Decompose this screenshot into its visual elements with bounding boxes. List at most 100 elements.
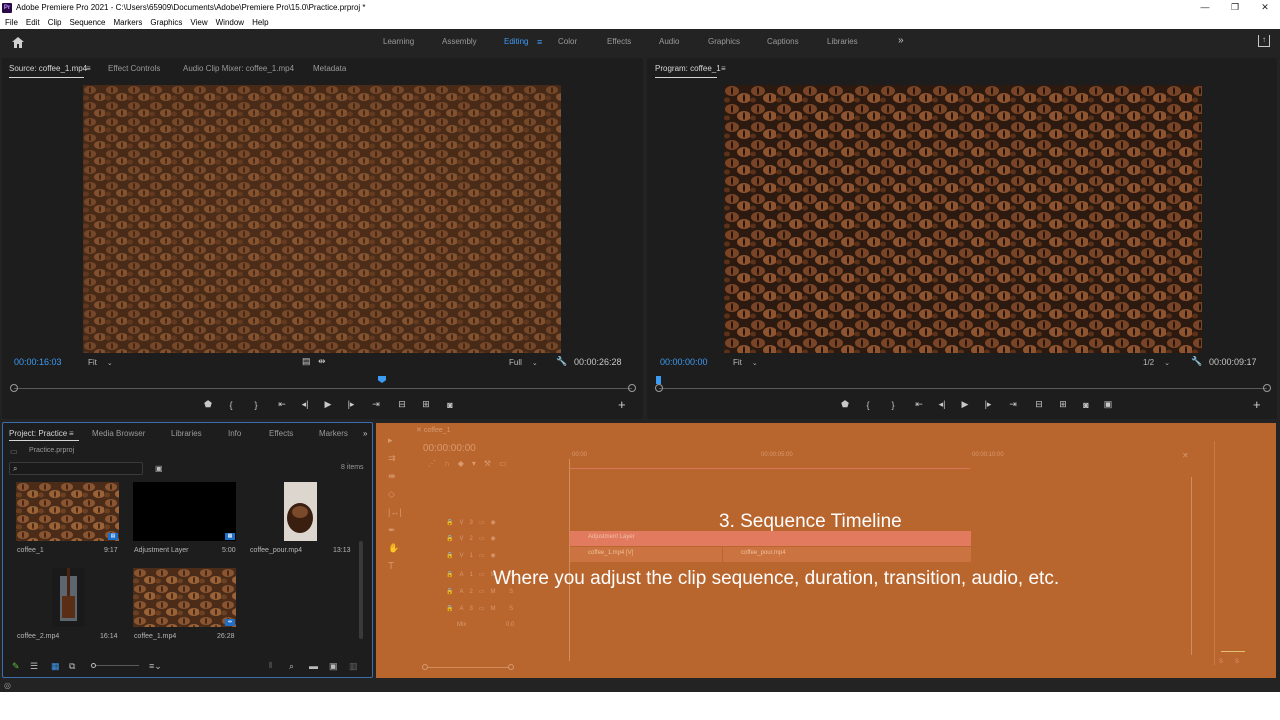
overwrite-icon[interactable]: ⊞ <box>414 399 438 410</box>
timeline-settings-icon[interactable]: ✕ <box>1182 451 1189 460</box>
comparison-view-icon[interactable]: ▣ <box>1097 399 1119 410</box>
find-icon[interactable]: ⌕ <box>289 661 294 672</box>
project-item-coffee-1[interactable]: ▤ <box>16 482 119 541</box>
project-search-input[interactable]: ⌕ <box>9 462 143 475</box>
status-icon[interactable]: ◎ <box>4 681 11 690</box>
workspace-tab-captions[interactable]: Captions <box>767 37 799 46</box>
track-select-tool-icon[interactable]: ⇉ <box>388 453 396 464</box>
list-view-icon[interactable]: ☰ <box>30 661 38 672</box>
source-fit-dropdown[interactable]: Fit ⌄ <box>88 358 113 367</box>
zoom-slider[interactable] <box>91 663 139 668</box>
project-menu-icon[interactable]: ≡ <box>69 429 74 438</box>
workspace-menu-icon[interactable]: ≡ <box>537 37 542 47</box>
track-header-v1[interactable]: 🔒V1▭◉ <box>446 552 502 559</box>
menu-help[interactable]: Help <box>252 18 268 27</box>
workspace-tab-audio[interactable]: Audio <box>659 37 679 46</box>
selection-tool-icon[interactable]: ▸ <box>388 435 393 446</box>
source-add-button-icon[interactable]: + <box>618 397 626 412</box>
extract-icon[interactable]: ⊞ <box>1051 399 1075 410</box>
ripple-edit-tool-icon[interactable]: ⇼ <box>388 471 396 482</box>
workspace-more-button[interactable]: » <box>898 35 904 46</box>
home-icon[interactable] <box>11 36 25 49</box>
share-icon[interactable]: ↑ <box>1258 35 1270 47</box>
razor-tool-icon[interactable]: ◇ <box>388 489 395 500</box>
menu-edit[interactable]: Edit <box>26 18 40 27</box>
workspace-tab-color[interactable]: Color <box>558 37 577 46</box>
mark-in-icon[interactable]: { <box>220 400 242 410</box>
tab-audio-clip-mixer[interactable]: Audio Clip Mixer: coffee_1.mp4 <box>183 64 294 73</box>
go-to-out-icon[interactable]: ⇥ <box>999 399 1027 410</box>
track-header-mix[interactable]: Mix <box>457 622 466 628</box>
menu-graphics[interactable]: Graphics <box>150 18 182 27</box>
timeline-vertical-scroll[interactable] <box>1189 473 1195 659</box>
workspace-tab-learning[interactable]: Learning <box>383 37 414 46</box>
wrench-icon[interactable]: 🔧 <box>1191 356 1202 367</box>
new-item-icon[interactable]: ▣ <box>329 661 338 672</box>
tab-program[interactable]: Program: coffee_1 <box>655 64 721 73</box>
step-forward-icon[interactable]: |▸ <box>340 399 362 410</box>
source-scrubber[interactable] <box>10 376 636 394</box>
clip-coffee-1-video[interactable]: coffee_1.mp4 [V] <box>570 547 722 562</box>
clip-coffee-pour[interactable]: coffee_pour.mp4 <box>723 547 971 562</box>
source-video-frame[interactable] <box>83 85 561 353</box>
lift-icon[interactable]: ⊟ <box>1027 399 1051 410</box>
source-current-timecode[interactable]: 00:00:16:03 <box>14 357 62 367</box>
project-item-adjustment-layer[interactable]: ▦ <box>133 482 236 541</box>
menu-sequence[interactable]: Sequence <box>69 18 105 27</box>
play-icon[interactable]: ▶ <box>953 399 977 410</box>
freeform-view-icon[interactable]: ⧉ <box>69 661 75 672</box>
tab-media-browser[interactable]: Media Browser <box>92 429 145 438</box>
sort-icon[interactable]: ≡⌄ <box>149 661 162 672</box>
tab-effects[interactable]: Effects <box>269 429 293 438</box>
step-forward-icon[interactable]: |▸ <box>977 399 999 410</box>
program-current-timecode[interactable]: 00:00:00:00 <box>660 357 708 367</box>
slip-tool-icon[interactable]: |↔| <box>388 507 402 517</box>
tab-sequence[interactable]: ✕ coffee_1 <box>416 426 451 434</box>
automate-icon[interactable]: ⫴ <box>269 661 272 671</box>
program-quality-dropdown[interactable]: 1/2 ⌄ <box>1143 358 1170 367</box>
new-bin-icon[interactable]: ▬ <box>309 661 318 671</box>
restore-button[interactable]: ❐ <box>1220 0 1250 15</box>
workspace-tab-effects[interactable]: Effects <box>607 37 631 46</box>
menu-markers[interactable]: Markers <box>114 18 143 27</box>
program-scrubber[interactable] <box>655 376 1271 394</box>
source-playhead[interactable] <box>378 376 386 383</box>
tab-markers[interactable]: Markers <box>319 429 348 438</box>
workspace-tab-assembly[interactable]: Assembly <box>442 37 477 46</box>
menu-clip[interactable]: Clip <box>48 18 62 27</box>
trash-icon[interactable]: ▥ <box>349 661 358 672</box>
project-item-coffee-pour[interactable] <box>284 482 317 541</box>
timeline-tools-row[interactable]: ⋰∩◆▾⚒▭ <box>428 459 515 468</box>
project-scrollbar[interactable] <box>359 541 363 639</box>
pen-tool-icon[interactable]: ✒ <box>388 525 396 536</box>
tab-info[interactable]: Info <box>228 429 241 438</box>
go-to-out-icon[interactable]: ⇥ <box>362 399 390 410</box>
insert-icon[interactable]: ⊟ <box>390 399 414 410</box>
source-quality-dropdown[interactable]: Full ⌄ <box>509 358 538 367</box>
workspace-tab-graphics[interactable]: Graphics <box>708 37 740 46</box>
tab-project[interactable]: Project: Practice <box>9 429 67 438</box>
menu-view[interactable]: View <box>190 18 207 27</box>
play-icon[interactable]: ▶ <box>316 399 340 410</box>
export-frame-icon[interactable]: ◙ <box>1075 400 1097 410</box>
icon-view-icon[interactable]: ▦ <box>51 661 60 672</box>
add-marker-icon[interactable]: ⬟ <box>196 399 220 410</box>
workspace-tab-libraries[interactable]: Libraries <box>827 37 858 46</box>
source-menu-icon[interactable]: ≡ <box>86 64 91 73</box>
export-frame-icon[interactable]: ◙ <box>438 400 462 410</box>
mark-out-icon[interactable]: } <box>242 400 270 410</box>
wrench-icon[interactable]: 🔧 <box>556 356 567 367</box>
track-header-v2[interactable]: 🔒V2▭◉ <box>446 535 502 542</box>
tab-metadata[interactable]: Metadata <box>313 64 346 73</box>
type-tool-icon[interactable]: T <box>388 561 394 572</box>
workspace-tab-editing[interactable]: Editing <box>504 37 528 46</box>
tab-libraries[interactable]: Libraries <box>171 429 202 438</box>
minimize-button[interactable]: — <box>1190 0 1220 15</box>
pencil-icon[interactable]: ✎ <box>12 661 20 672</box>
work-area-bar[interactable] <box>570 468 970 469</box>
track-header-a3[interactable]: 🔒A3▭M S <box>446 605 519 612</box>
program-video-frame[interactable] <box>724 85 1202 353</box>
program-playhead[interactable] <box>656 376 661 384</box>
step-back-icon[interactable]: ◂| <box>294 399 316 410</box>
menu-window[interactable]: Window <box>216 18 244 27</box>
